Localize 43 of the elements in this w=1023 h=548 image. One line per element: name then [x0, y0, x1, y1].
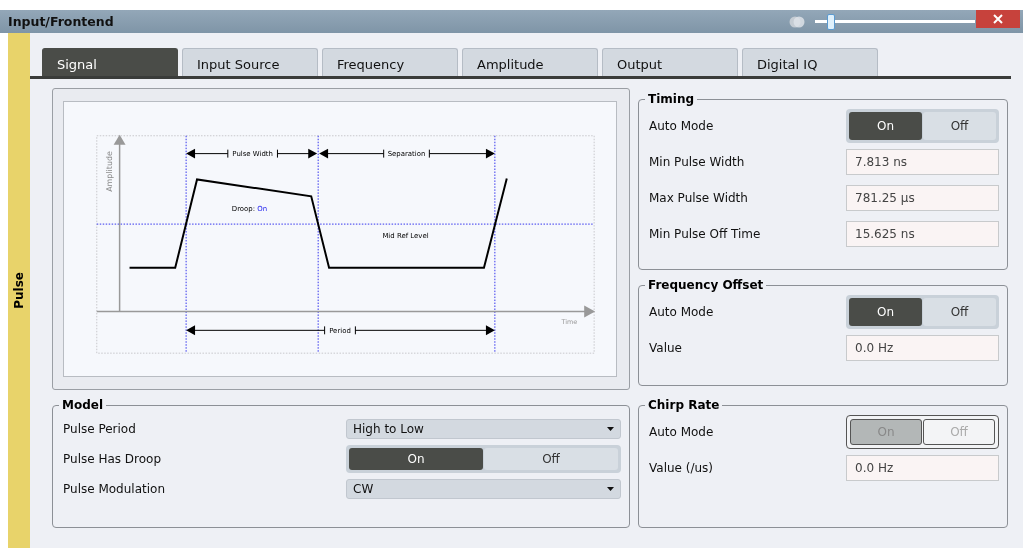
tab[interactable]: Amplitude: [462, 48, 598, 76]
tab[interactable]: Input Source: [182, 48, 318, 76]
setting-label: Max Pulse Width: [649, 191, 748, 205]
value-field[interactable]: 15.625 ns: [846, 221, 999, 247]
switch-option[interactable]: On: [849, 112, 922, 140]
setting-label: Pulse Modulation: [63, 482, 165, 496]
dropdown[interactable]: CW: [346, 479, 621, 499]
caret-icon: [607, 427, 614, 431]
switch-option[interactable]: On: [349, 448, 483, 470]
tab[interactable]: Output: [602, 48, 738, 76]
window-title: Input/Frontend: [8, 14, 114, 29]
group-title: Timing: [647, 92, 696, 106]
group-title: Chirp Rate: [647, 398, 721, 412]
group-title: Frequency Offset: [647, 278, 765, 292]
close-button[interactable]: [976, 10, 1020, 28]
tab[interactable]: Digital IQ: [742, 48, 878, 76]
setting-label: Min Pulse Width: [649, 155, 745, 169]
value-field[interactable]: 0.0 Hz: [846, 455, 999, 481]
tab[interactable]: Frequency: [322, 48, 458, 76]
value-field[interactable]: 781.25 µs: [846, 185, 999, 211]
switch-option[interactable]: Off: [923, 112, 996, 140]
side-tab[interactable]: Pulse: [8, 33, 30, 548]
slider-thumb[interactable]: [827, 13, 836, 30]
setting-label: Auto Mode: [649, 425, 714, 439]
group-title: Model: [61, 398, 105, 412]
setting-label: Pulse Period: [63, 422, 136, 436]
setting-label: Min Pulse Off Time: [649, 227, 761, 241]
dropdown[interactable]: High to Low: [346, 419, 621, 439]
value-field[interactable]: 7.813 ns: [846, 149, 999, 175]
tab[interactable]: Signal: [42, 48, 178, 76]
switch-option[interactable]: Off: [923, 298, 996, 326]
setting-label: Pulse Has Droop: [63, 452, 162, 466]
caret-icon: [607, 487, 614, 491]
switch-option[interactable]: Off: [484, 448, 618, 470]
setting-label: Value (/us): [649, 461, 714, 475]
opacity-slider[interactable]: [815, 13, 975, 30]
setting-label: Auto Mode: [649, 305, 714, 319]
setting-label: Auto Mode: [649, 119, 714, 133]
close-icon: [993, 14, 1003, 24]
setting-label: Value: [649, 341, 682, 355]
axis-label: Amplitude: [104, 151, 114, 192]
switch-option[interactable]: On: [849, 298, 922, 326]
value-field[interactable]: 0.0 Hz: [846, 335, 999, 361]
